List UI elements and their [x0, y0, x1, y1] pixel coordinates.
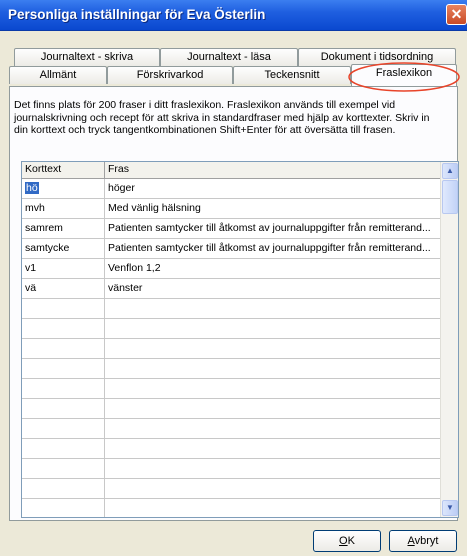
- cell-korttext[interactable]: [22, 479, 105, 498]
- scroll-thumb[interactable]: [442, 180, 458, 214]
- table-row[interactable]: [22, 399, 440, 419]
- column-header-korttext[interactable]: Korttext: [22, 162, 105, 178]
- tab-journaltext-lasa[interactable]: Journaltext - läsa: [160, 48, 298, 66]
- cell-korttext[interactable]: [22, 459, 105, 478]
- cell-fras[interactable]: [105, 339, 440, 358]
- cell-korttext[interactable]: [22, 319, 105, 338]
- grid-header: Korttext Fras: [22, 162, 440, 179]
- table-row[interactable]: [22, 379, 440, 399]
- table-row[interactable]: [22, 479, 440, 499]
- cell-korttext[interactable]: vä: [22, 279, 105, 298]
- table-row[interactable]: [22, 459, 440, 479]
- cell-korttext[interactable]: [22, 379, 105, 398]
- table-row[interactable]: hö höger: [22, 179, 440, 199]
- cell-korttext[interactable]: [22, 419, 105, 438]
- table-row[interactable]: [22, 419, 440, 439]
- table-row[interactable]: [22, 439, 440, 459]
- cell-korttext[interactable]: samtycke: [22, 239, 105, 258]
- table-row[interactable]: v1 Venflon 1,2: [22, 259, 440, 279]
- cell-korttext[interactable]: [22, 359, 105, 378]
- cell-korttext[interactable]: [22, 339, 105, 358]
- tab-allmant[interactable]: Allmänt: [9, 66, 107, 84]
- cell-korttext[interactable]: v1: [22, 259, 105, 278]
- cell-fras[interactable]: Patienten samtycker till åtkomst av jour…: [105, 219, 440, 238]
- table-row[interactable]: mvh Med vänlig hälsning: [22, 199, 440, 219]
- table-row[interactable]: [22, 359, 440, 379]
- window-title: Personliga inställningar för Eva Österli…: [8, 7, 266, 22]
- cell-fras[interactable]: [105, 439, 440, 458]
- table-row[interactable]: [22, 299, 440, 319]
- cell-fras[interactable]: [105, 419, 440, 438]
- scroll-up-icon[interactable]: ▲: [442, 163, 458, 179]
- tab-journaltext-skriva[interactable]: Journaltext - skriva: [14, 48, 160, 66]
- cell-fras[interactable]: Venflon 1,2: [105, 259, 440, 278]
- cell-fras[interactable]: [105, 479, 440, 498]
- cell-fras[interactable]: [105, 319, 440, 338]
- ok-button[interactable]: OK: [313, 530, 381, 552]
- highlight-oval: [348, 62, 460, 92]
- cell-korttext[interactable]: [22, 299, 105, 318]
- table-row[interactable]: samtycke Patienten samtycker till åtkomst…: [22, 239, 440, 259]
- cell-korttext[interactable]: [22, 439, 105, 458]
- cell-fras[interactable]: Med vänlig hälsning: [105, 199, 440, 218]
- cell-korttext[interactable]: [22, 399, 105, 418]
- table-row[interactable]: samrem Patienten samtycker till åtkomst a…: [22, 219, 440, 239]
- cell-korttext[interactable]: samrem: [22, 219, 105, 238]
- column-header-fras[interactable]: Fras: [105, 162, 440, 178]
- cell-fras[interactable]: höger: [105, 179, 440, 198]
- cell-fras[interactable]: [105, 459, 440, 478]
- table-row[interactable]: [22, 499, 440, 517]
- cell-fras[interactable]: [105, 359, 440, 378]
- table-row[interactable]: vä vänster: [22, 279, 440, 299]
- description-text: Det finns plats för 200 fraser i ditt fr…: [14, 99, 430, 136]
- cell-fras[interactable]: [105, 299, 440, 318]
- selected-text: hö: [25, 182, 39, 194]
- close-icon: ✕: [450, 6, 463, 22]
- table-row[interactable]: [22, 339, 440, 359]
- cell-fras[interactable]: [105, 399, 440, 418]
- scroll-down-icon[interactable]: ▼: [442, 500, 458, 516]
- vertical-scrollbar[interactable]: ▲ ▼: [440, 162, 458, 517]
- tab-forskrivarkod[interactable]: Förskrivarkod: [107, 66, 233, 84]
- cell-fras[interactable]: [105, 379, 440, 398]
- tab-teckensnitt[interactable]: Teckensnitt: [233, 66, 351, 84]
- cell-korttext[interactable]: mvh: [22, 199, 105, 218]
- table-row[interactable]: [22, 319, 440, 339]
- cell-korttext[interactable]: [22, 499, 105, 517]
- cancel-button[interactable]: Avbryt: [389, 530, 457, 552]
- cell-korttext[interactable]: hö: [22, 179, 105, 198]
- cell-fras[interactable]: Patienten samtycker till åtkomst av jour…: [105, 239, 440, 258]
- close-button[interactable]: ✕: [446, 4, 467, 25]
- title-bar: Personliga inställningar för Eva Österli…: [0, 0, 467, 31]
- cell-fras[interactable]: vänster: [105, 279, 440, 298]
- cell-fras[interactable]: [105, 499, 440, 517]
- phrase-grid: Korttext Fras hö höger mvh Med vänlig hälsn…: [21, 161, 459, 518]
